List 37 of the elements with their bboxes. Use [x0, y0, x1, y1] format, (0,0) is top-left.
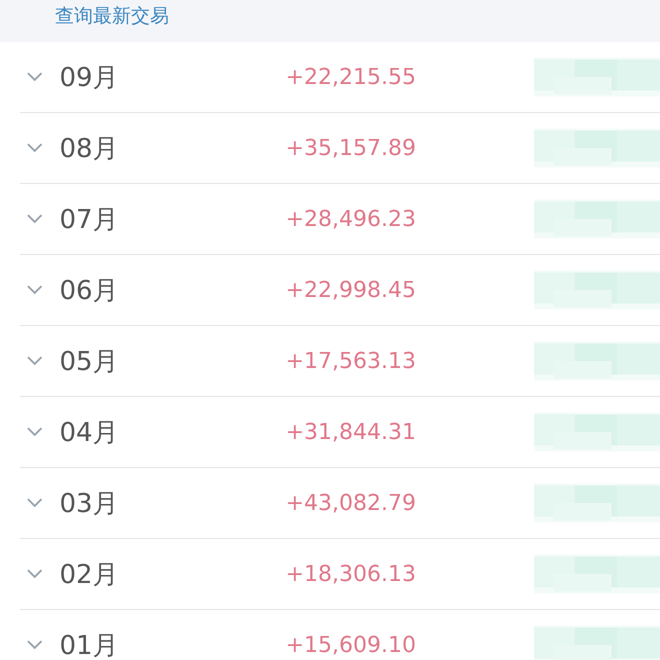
- month-row[interactable]: 02月 +18,306.13: [20, 539, 660, 610]
- month-row[interactable]: 07月 +28,496.23: [20, 184, 660, 255]
- income-amount: +22,998.45: [284, 278, 416, 302]
- month-label: 07月: [59, 204, 120, 236]
- chevron-down-icon: [26, 497, 44, 509]
- income-amount: +18,306.13: [284, 562, 416, 586]
- month-label: 08月: [59, 132, 120, 166]
- month-label: 03月: [59, 488, 120, 520]
- month-row[interactable]: 04月 +31,844.31: [20, 397, 660, 468]
- month-label: 06月: [59, 274, 120, 308]
- chevron-down-icon: [26, 71, 44, 83]
- month-row[interactable]: 08月 +35,157.89: [20, 113, 660, 184]
- month-row[interactable]: 06月 +22,998.45: [20, 255, 660, 326]
- chevron-down-icon: [26, 426, 44, 438]
- month-label: 05月: [59, 346, 120, 378]
- income-amount: +17,563.13: [284, 348, 416, 374]
- month-row[interactable]: 09月 +22,215.55: [20, 42, 660, 113]
- month-row[interactable]: 03月 +43,082.79: [20, 468, 660, 539]
- month-row[interactable]: 01月 +15,609.10: [20, 610, 660, 660]
- income-amount: +31,844.31: [284, 420, 416, 444]
- income-amount: +28,496.23: [284, 206, 416, 232]
- income-amount: +35,157.89: [284, 136, 416, 160]
- month-label: 02月: [59, 558, 120, 592]
- month-label: 09月: [59, 62, 120, 94]
- income-amount: +22,215.55: [284, 64, 416, 90]
- income-amount: +43,082.79: [284, 490, 416, 516]
- month-label: 04月: [59, 416, 120, 450]
- income-amount: +15,609.10: [284, 632, 416, 658]
- chevron-down-icon: [26, 142, 44, 154]
- chevron-down-icon: [26, 639, 44, 651]
- chevron-down-icon: [26, 568, 44, 580]
- chevron-down-icon: [26, 284, 44, 296]
- chevron-down-icon: [26, 213, 44, 225]
- query-link[interactable]: 查询最新交易: [55, 0, 169, 32]
- month-row[interactable]: 05月 +17,563.13: [20, 326, 660, 397]
- chevron-down-icon: [26, 355, 44, 367]
- month-label: 01月: [59, 630, 120, 660]
